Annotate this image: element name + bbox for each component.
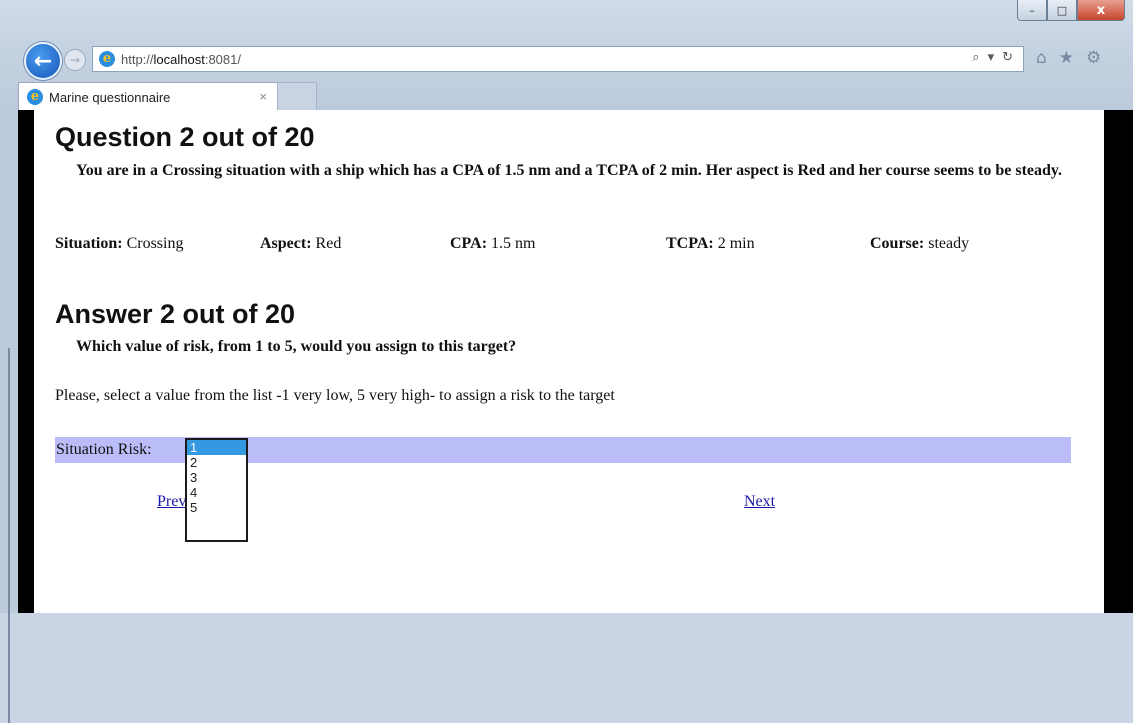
fact-aspect: Aspect: Red (260, 235, 341, 253)
risk-option[interactable]: 2 (187, 455, 246, 470)
risk-select-listbox[interactable]: 1 2 3 4 5 (185, 438, 248, 542)
tab-title: Marine questionnaire (49, 89, 171, 105)
question-heading: Question 2 out of 20 (55, 122, 315, 152)
risk-option[interactable]: 4 (187, 485, 246, 500)
situation-label: Situation: (55, 235, 123, 252)
browser-window: – □ x ← → e http://localhost:8081/ ⌕ ▾ ↻… (0, 0, 1133, 723)
arrow-left-icon: ← (33, 48, 53, 74)
next-link[interactable]: Next (744, 493, 775, 511)
page-viewport: Question 2 out of 20 You are in a Crossi… (18, 110, 1133, 613)
home-icon[interactable]: ⌂ (1036, 48, 1047, 68)
risk-option[interactable]: 1 (187, 440, 246, 455)
fact-course: Course: steady (870, 235, 969, 253)
aspect-label: Aspect: (260, 235, 312, 252)
left-frame-border (0, 110, 18, 723)
frame-divider (8, 348, 10, 723)
answer-instruction: Please, select a value from the list -1 … (55, 387, 615, 404)
url-host: localhost (153, 51, 205, 67)
minimize-button[interactable]: – (1017, 0, 1047, 21)
refresh-icon[interactable]: ↻ (1002, 50, 1013, 65)
course-label: Course: (870, 235, 925, 252)
tcpa-value: 2 min (717, 235, 755, 252)
ie-logo-icon: e (99, 51, 115, 67)
chevron-down-icon[interactable]: ▾ (988, 50, 995, 65)
tab-strip: e Marine questionnaire × (0, 80, 1133, 111)
address-bar[interactable]: e http://localhost:8081/ ⌕ ▾ ↻ (92, 46, 1024, 72)
toolbar-icons: ⌂ ★ ⚙ (1036, 48, 1101, 68)
answer-prompt: Which value of risk, from 1 to 5, would … (76, 338, 517, 355)
fact-tcpa: TCPA: 2 min (666, 235, 755, 253)
url-port: :8081/ (204, 51, 241, 67)
gear-icon[interactable]: ⚙ (1086, 48, 1101, 68)
back-button[interactable]: ← (24, 42, 62, 80)
maximize-button[interactable]: □ (1047, 0, 1077, 21)
fact-cpa: CPA: 1.5 nm (450, 235, 535, 253)
tab-marine-questionnaire[interactable]: e Marine questionnaire × (18, 82, 278, 111)
close-tab-icon[interactable]: × (259, 89, 267, 104)
window-controls: – □ x (1017, 0, 1125, 24)
favorites-star-icon[interactable]: ★ (1059, 48, 1074, 68)
course-value: steady (928, 235, 970, 252)
url-scheme: http:// (121, 51, 154, 67)
risk-label: Situation Risk: (56, 441, 152, 458)
new-tab-button[interactable] (277, 82, 317, 111)
close-window-button[interactable]: x (1077, 0, 1125, 21)
page-content: Question 2 out of 20 You are in a Crossi… (34, 110, 1104, 613)
answer-heading: Answer 2 out of 20 (55, 299, 296, 329)
forward-button[interactable]: → (64, 49, 86, 71)
risk-option[interactable]: 3 (187, 470, 246, 485)
address-url[interactable]: http://localhost:8081/ (121, 52, 241, 67)
ie-favicon-icon: e (27, 89, 43, 105)
fact-situation: Situation: Crossing (55, 235, 183, 253)
arrow-right-icon: → (69, 53, 81, 67)
question-text: You are in a Crossing situation with a s… (76, 162, 1063, 179)
situation-value: Crossing (126, 235, 184, 252)
risk-option[interactable]: 5 (187, 500, 246, 515)
search-icon[interactable]: ⌕ (972, 50, 979, 65)
aspect-value: Red (315, 235, 342, 252)
cpa-label: CPA: (450, 235, 488, 252)
tcpa-label: TCPA: (666, 235, 714, 252)
cpa-value: 1.5 nm (491, 235, 536, 252)
